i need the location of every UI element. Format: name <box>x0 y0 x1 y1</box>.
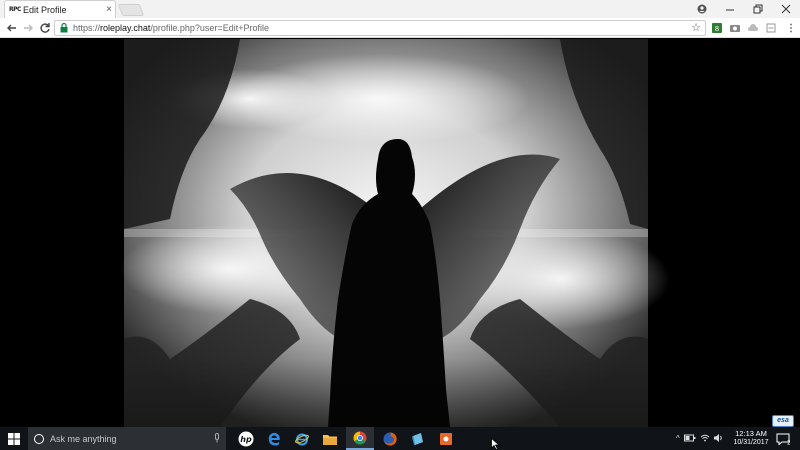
browser-title-bar: RPC Edit Profile × <box>0 0 800 18</box>
browser-menu-icon[interactable]: ⋮ <box>784 21 798 35</box>
reload-icon[interactable] <box>37 20 53 36</box>
volume-icon[interactable] <box>713 433 724 444</box>
action-center-icon[interactable]: 2 <box>772 431 794 447</box>
tab-title: Edit Profile <box>23 4 67 15</box>
reader-extension-icon[interactable] <box>764 21 778 35</box>
app-icon[interactable] <box>404 427 432 450</box>
lock-icon[interactable] <box>59 23 69 33</box>
url-host: roleplay.chat <box>100 23 151 33</box>
forward-arrow-icon[interactable] <box>20 20 36 36</box>
system-clock[interactable]: 12:13 AM 10/31/2017 <box>730 429 772 446</box>
hp-icon[interactable]: hp <box>232 427 260 450</box>
url-scheme: https:// <box>73 23 101 33</box>
svg-text:8: 8 <box>715 25 719 33</box>
wifi-icon[interactable] <box>700 434 710 444</box>
svg-text:hp: hp <box>240 435 252 444</box>
camera-extension-icon[interactable] <box>728 21 742 35</box>
new-tab-button[interactable] <box>117 4 145 16</box>
battery-icon[interactable] <box>683 434 696 444</box>
search-placeholder: Ask me anything <box>50 433 117 444</box>
microphone-icon[interactable] <box>214 432 220 445</box>
tab-edit-profile[interactable]: RPC Edit Profile × <box>4 0 116 18</box>
clock-time: 12:13 AM <box>735 429 767 438</box>
esa-tray-badge[interactable]: esa <box>772 415 794 427</box>
firefox-icon[interactable] <box>376 427 404 450</box>
chrome-icon[interactable] <box>346 427 374 450</box>
bookmark-star-icon[interactable]: ☆ <box>691 21 701 35</box>
address-bar[interactable]: https:// roleplay.chat /profile.php?user… <box>54 20 706 36</box>
internet-explorer-icon[interactable] <box>288 427 316 450</box>
orange-app-icon[interactable] <box>432 427 460 450</box>
minimize-button[interactable] <box>716 0 744 18</box>
back-arrow-icon[interactable] <box>4 20 20 36</box>
mouse-cursor-icon <box>491 438 500 450</box>
angel-background-image <box>120 39 670 427</box>
chevron-up-icon[interactable]: ^ <box>676 434 680 443</box>
url-path: /profile.php?user=Edit+Profile <box>150 23 269 33</box>
restore-button[interactable] <box>744 0 772 18</box>
windows-start-button[interactable] <box>0 427 28 450</box>
site-favicon: RPC <box>9 6 21 13</box>
cloud-extension-icon[interactable] <box>746 21 760 35</box>
cortana-icon <box>34 433 44 444</box>
clock-date: 10/31/2017 <box>733 439 769 446</box>
extension-puzzle-icon[interactable]: 8 <box>710 21 724 35</box>
close-window-button[interactable] <box>772 0 800 18</box>
user-account-icon[interactable] <box>688 0 716 18</box>
edge-icon[interactable] <box>260 427 288 450</box>
page-content <box>0 39 800 427</box>
browser-toolbar: https:// roleplay.chat /profile.php?user… <box>0 18 800 38</box>
system-tray: ^ <box>676 427 724 450</box>
notification-count: 2 <box>787 440 790 446</box>
cortana-search-box[interactable]: Ask me anything <box>28 427 226 450</box>
windows-taskbar: Ask me anything hp ^ 12:13 AM 10/31/2017… <box>0 427 800 450</box>
file-explorer-icon[interactable] <box>316 427 344 450</box>
close-tab-icon[interactable]: × <box>103 4 115 15</box>
